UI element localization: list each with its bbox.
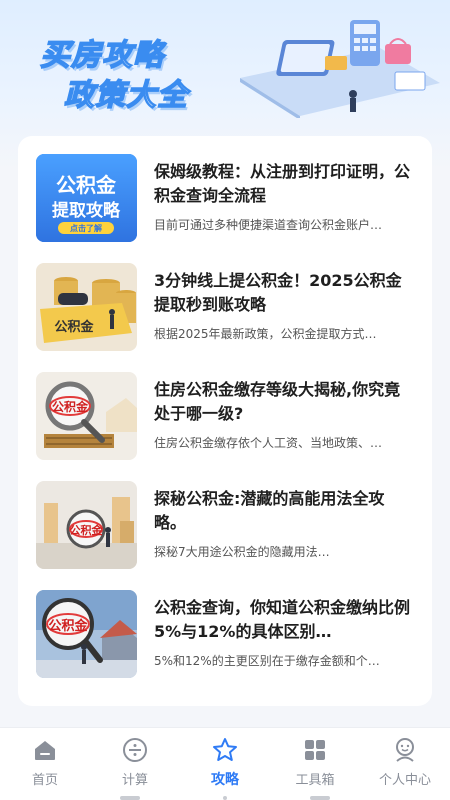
grid-icon <box>305 740 325 760</box>
article-thumbnail: 公积金 <box>36 481 137 569</box>
article-thumbnail: 公积金 <box>36 590 137 678</box>
tab-profile[interactable]: 个人中心 <box>360 728 450 800</box>
article-description: 住房公积金缴存依个人工资、当地政策、… <box>154 436 383 450</box>
article-title: 住房公积金缴存等级大揭秘,你究竟处于哪一级? <box>154 380 401 423</box>
article-description: 5%和12%的主更区别在于缴存金额和个… <box>154 654 380 668</box>
tab-calculate[interactable]: 计算 <box>90 728 180 800</box>
article-description: 根据2025年最新政策，公积金提取方式… <box>154 327 377 341</box>
article-thumbnail: 公积金 提取攻略 点击了解 <box>36 154 137 242</box>
star-icon <box>213 738 237 761</box>
finance-illustration-icon <box>240 20 440 118</box>
banner-subtitle: 政策大全 <box>63 77 188 113</box>
tab-label: 首页 <box>31 773 58 788</box>
banner-title: 买房攻略 <box>39 37 164 73</box>
tab-guide[interactable]: 攻略 <box>180 728 270 800</box>
tab-home[interactable]: 首页 <box>0 728 90 800</box>
thumb-text-1: 公积金 <box>70 523 104 537</box>
list-item[interactable]: 公积金 探秘公积金:潜藏的高能用法全攻略。 探秘7大用途公积金的隐藏用法… <box>36 481 416 573</box>
article-thumbnail: 公积金 <box>36 263 137 351</box>
article-thumbnail: 公积金 <box>36 372 137 460</box>
thumb-text-3: 点击了解 <box>70 223 102 233</box>
article-title: 探秘公积金:潜藏的高能用法全攻略。 <box>154 489 385 532</box>
home-icon <box>35 741 55 760</box>
tab-toolbox[interactable]: 工具箱 <box>270 728 360 800</box>
article-title: 保姆级教程：从注册到打印证明，公积金查询全流程 <box>154 162 411 205</box>
thumb-text-2: 提取攻略 <box>52 200 121 221</box>
system-nav-bar <box>120 796 330 800</box>
tab-label: 攻略 <box>211 772 239 788</box>
bottom-tab-bar: 首页 计算 攻略 工具箱 个人中心 <box>0 727 450 800</box>
divide-icon <box>123 738 147 762</box>
article-title: 公积金查询，你知道公积金缴纳比例5%与12%的具体区别… <box>154 598 411 641</box>
tab-label: 个人中心 <box>378 773 431 788</box>
thumb-text-1: 公积金 <box>52 399 89 414</box>
list-item[interactable]: 公积金 提取攻略 点击了解 保姆级教程：从注册到打印证明，公积金查询全流程 目前… <box>36 154 416 246</box>
article-list: 公积金 提取攻略 点击了解 保姆级教程：从注册到打印证明，公积金查询全流程 目前… <box>18 136 432 706</box>
article-description: 探秘7大用途公积金的隐藏用法… <box>154 545 330 559</box>
tab-label: 工具箱 <box>295 773 335 788</box>
article-description: 目前可通过多种便捷渠道查询公积金账户… <box>154 218 383 232</box>
thumb-text-1: 公积金 <box>48 618 88 634</box>
thumb-text-1: 公积金 <box>54 319 94 335</box>
list-item[interactable]: 公积金 住房公积金缴存等级大揭秘,你究竟处于哪一级? 住房公积金缴存依个人工资、… <box>36 372 416 464</box>
list-item[interactable]: 公积金 3分钟线上提公积金！2025公积金提取秒到账攻略 根据2025年最新政策… <box>36 263 416 355</box>
tab-label: 计算 <box>121 773 148 788</box>
user-icon <box>396 738 414 762</box>
article-title: 3分钟线上提公积金！2025公积金提取秒到账攻略 <box>154 271 402 314</box>
thumb-text-1: 公积金 <box>56 173 117 197</box>
list-item[interactable]: 公积金 公积金查询，你知道公积金缴纳比例5%与12%的具体区别… 5%和12%的… <box>36 590 416 682</box>
